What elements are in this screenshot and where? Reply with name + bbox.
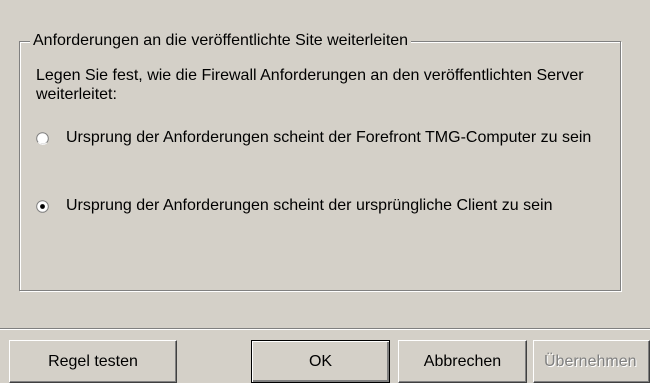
test-rule-button[interactable]: Regel testen bbox=[9, 340, 177, 383]
apply-button[interactable]: Übernehmen bbox=[533, 340, 650, 383]
groupbox-title: Anforderungen an die veröffentlichte Sit… bbox=[30, 31, 412, 51]
ok-button[interactable]: OK bbox=[251, 340, 390, 383]
option-tmg-computer-label: Ursprung der Anforderungen scheint der F… bbox=[66, 129, 592, 146]
cancel-button[interactable]: Abbrechen bbox=[398, 340, 527, 383]
dialog-separator bbox=[0, 328, 650, 330]
radio-unselected-icon[interactable] bbox=[36, 132, 49, 145]
forwarding-description: Legen Sie fest, wie die Firewall Anforde… bbox=[36, 67, 584, 103]
radio-selected-icon[interactable] bbox=[36, 200, 49, 213]
option-original-client-label: Ursprung der Anforderungen scheint der u… bbox=[66, 197, 553, 214]
option-tmg-computer[interactable]: Ursprung der Anforderungen scheint der F… bbox=[36, 128, 606, 147]
option-original-client[interactable]: Ursprung der Anforderungen scheint der u… bbox=[36, 196, 606, 215]
